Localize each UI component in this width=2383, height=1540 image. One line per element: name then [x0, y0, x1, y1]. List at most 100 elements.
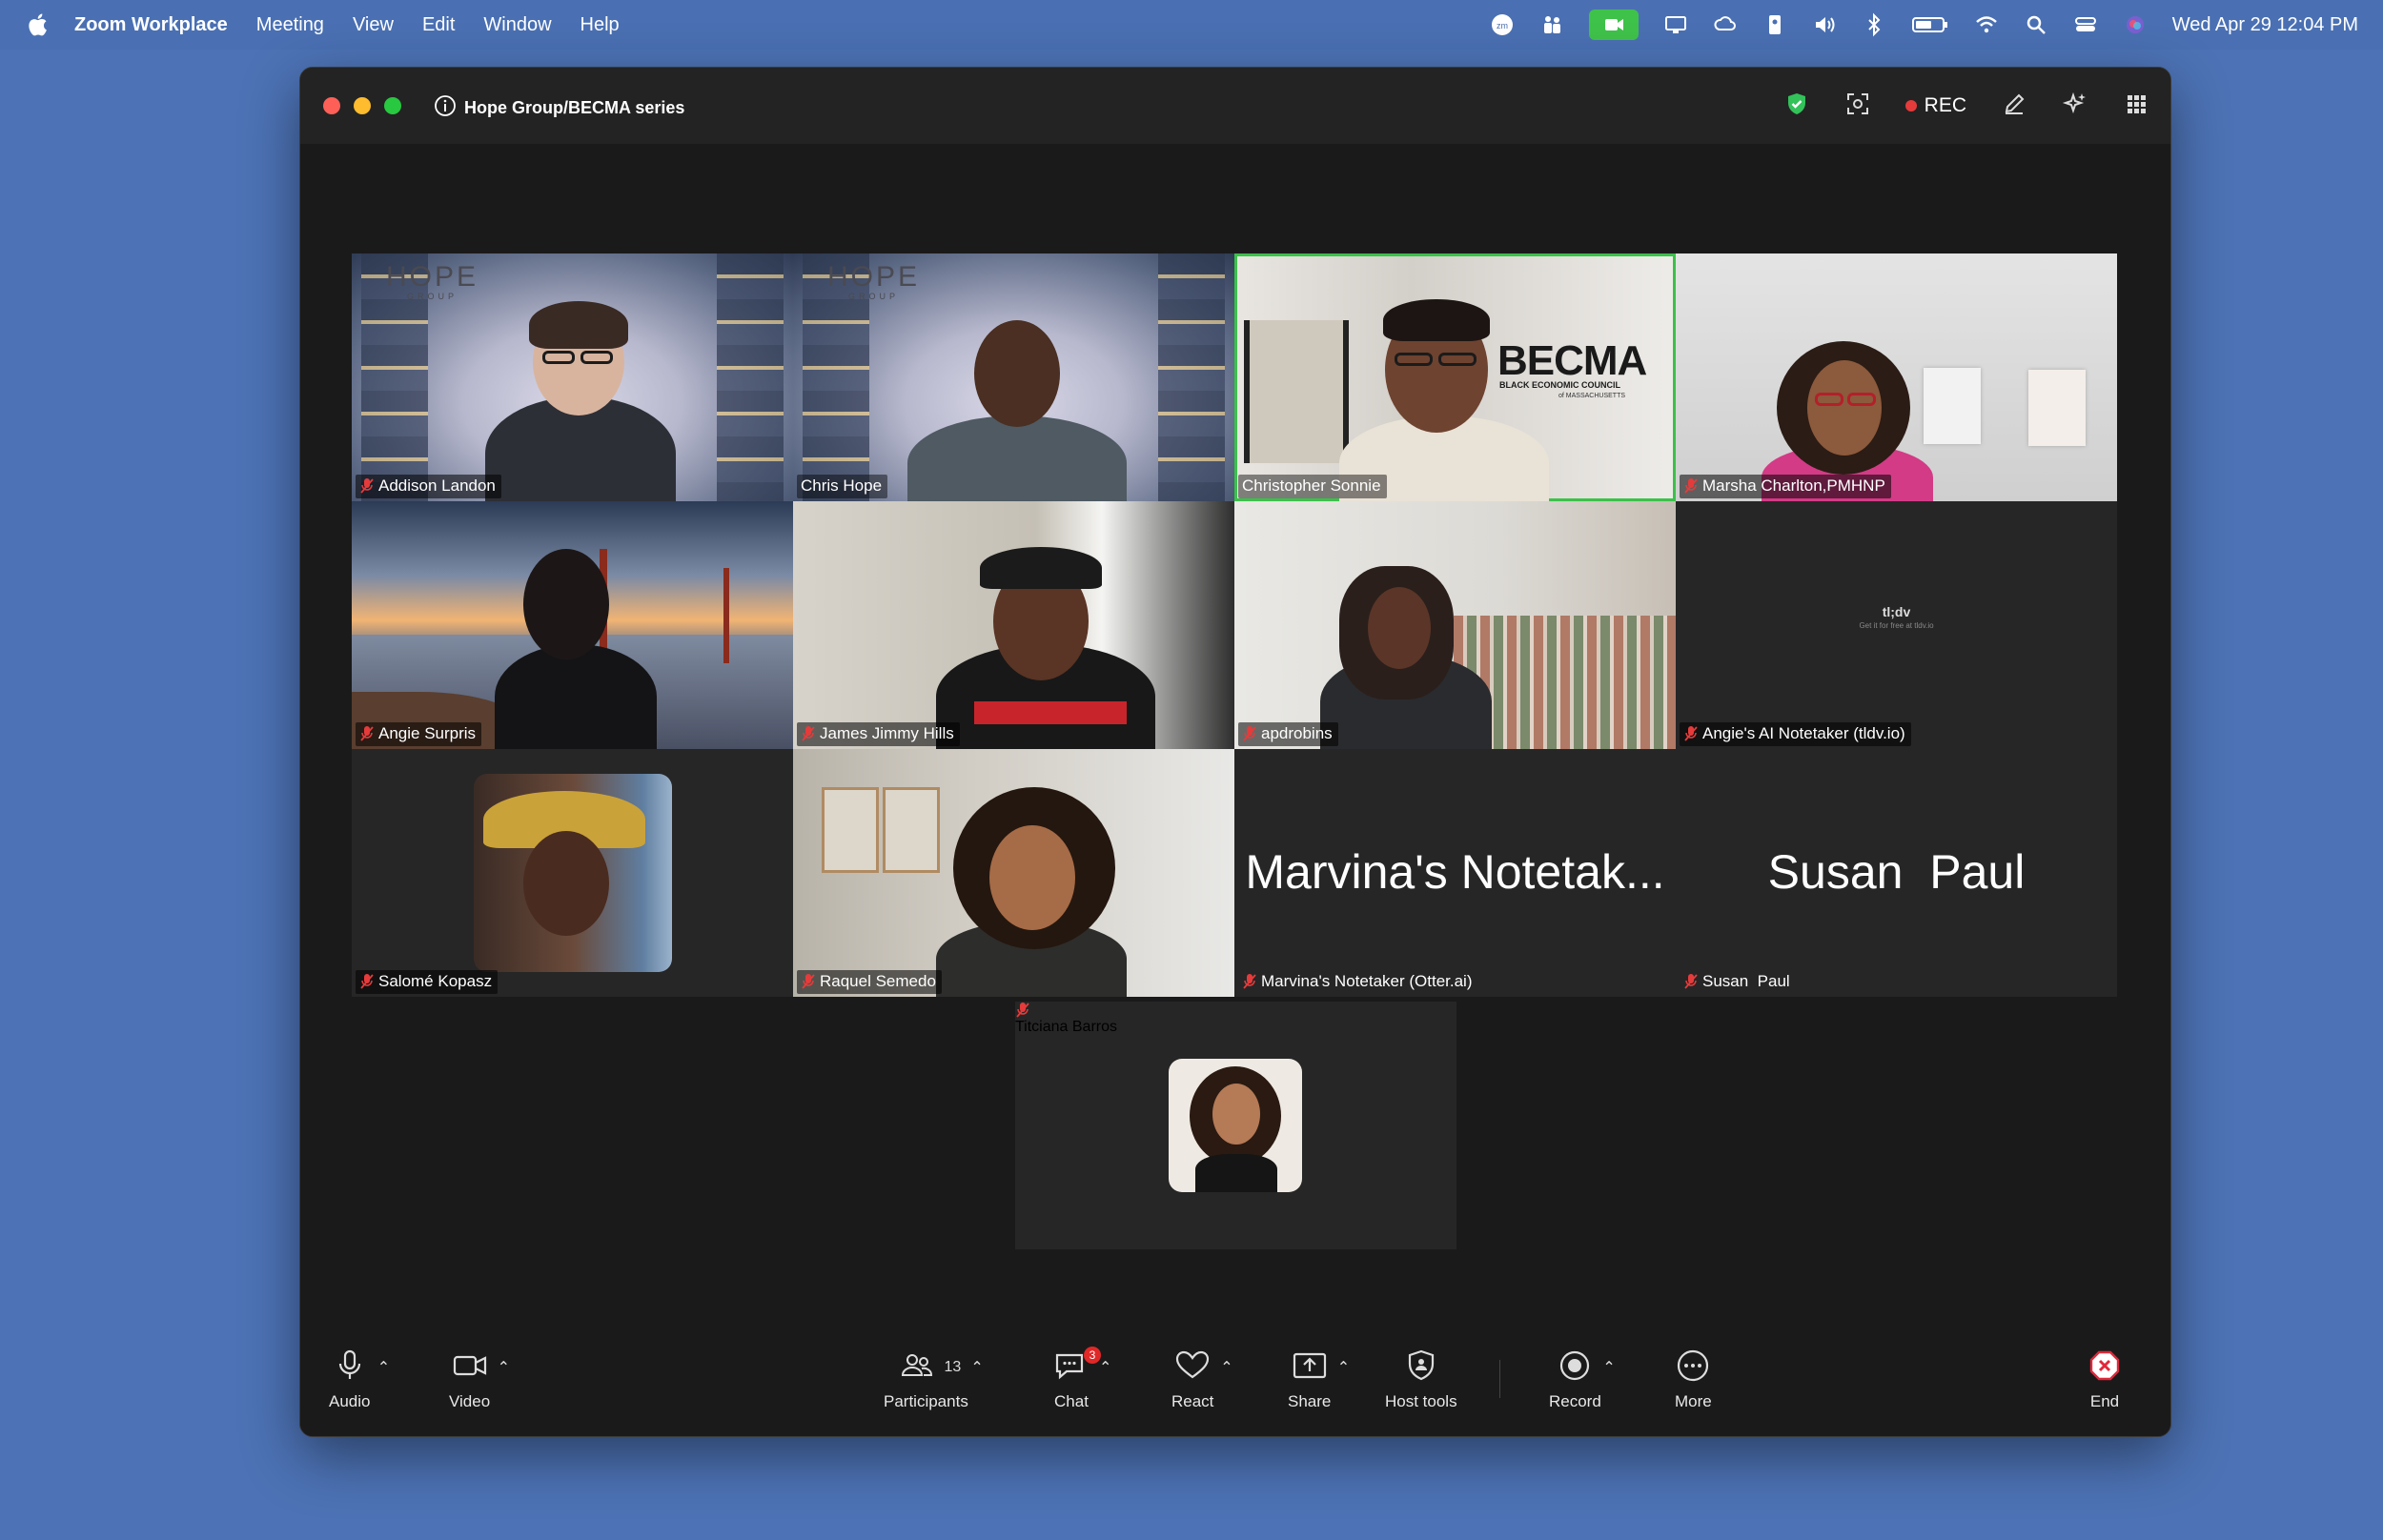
participant-nameplate: Addison Landon — [356, 475, 501, 498]
svg-text:zm: zm — [1497, 21, 1508, 30]
video-tile[interactable]: HOPE GROUP Chris Hope — [793, 253, 1234, 501]
camera-active-icon[interactable] — [1588, 10, 1639, 40]
participant-head — [523, 549, 609, 659]
mic-muted-icon — [801, 973, 816, 990]
participants-button[interactable]: 13 ⌃ Participants — [884, 1347, 997, 1411]
participant-name: Raquel Semedo — [820, 972, 936, 990]
video-tile[interactable]: Salomé Kopasz — [352, 749, 793, 997]
audio-button[interactable]: ⌃ Audio — [329, 1347, 391, 1411]
info-icon[interactable] — [434, 94, 457, 122]
video-tile[interactable]: Susan Paul Susan Paul — [1676, 749, 2117, 997]
video-tile[interactable]: Angie Surpris — [352, 501, 793, 749]
record-label: Record — [1549, 1392, 1601, 1410]
shirt-stripe — [974, 701, 1127, 724]
mic-muted-icon — [1683, 973, 1699, 990]
video-tile[interactable]: Titciana Barros — [1015, 1002, 1456, 1249]
participant-display-name: Susan Paul — [1767, 845, 2026, 899]
avatar-body — [1195, 1154, 1277, 1192]
participant-hair — [529, 301, 628, 349]
apple-icon[interactable] — [27, 12, 48, 37]
bridge-tower — [723, 568, 729, 663]
video-tile[interactable]: Marsha Charlton,PMHNP — [1676, 253, 2117, 501]
record-button[interactable]: ⌃ Record — [1549, 1347, 1622, 1411]
video-tile[interactable]: tl;dv Get it for free at tldv.io Angie's… — [1676, 501, 2117, 749]
chat-button[interactable]: 3 ⌃ Chat — [1053, 1347, 1111, 1411]
share-button[interactable]: ⌃ Share — [1288, 1347, 1352, 1411]
video-button[interactable]: ⌃ Video — [449, 1347, 511, 1411]
participant-head — [1368, 587, 1431, 669]
video-tile[interactable]: Raquel Semedo — [793, 749, 1234, 997]
search-icon[interactable] — [2024, 12, 2048, 37]
menu-meeting[interactable]: Meeting — [256, 14, 324, 36]
more-button[interactable]: More — [1675, 1347, 1712, 1411]
meeting-controls-toolbar: ⌃ Audio ⌃ Video 13 ⌃ Participants 3 ⌃ Ch… — [300, 1331, 2170, 1436]
close-window-button[interactable] — [323, 97, 340, 114]
becma-logo: BECMA — [1497, 337, 1647, 384]
wall-art — [1924, 368, 1981, 444]
react-options-chevron-icon[interactable]: ⌃ — [1220, 1358, 1232, 1377]
participants-label: Participants — [884, 1392, 968, 1410]
video-tile[interactable]: HOPE GROUP Addison Landon — [352, 253, 793, 501]
participants-options-chevron-icon[interactable]: ⌃ — [970, 1358, 983, 1377]
video-gallery: HOPE GROUP Addison Landon HOPE GROUP Chris… — [352, 253, 2117, 997]
menu-view[interactable]: View — [353, 14, 394, 36]
participant-nameplate: James Jimmy Hills — [797, 722, 960, 746]
security-shield-icon[interactable] — [1783, 91, 1810, 122]
recording-indicator[interactable]: REC — [1904, 94, 1966, 117]
host-tools-button[interactable]: Host tools — [1385, 1347, 1457, 1411]
chat-options-chevron-icon[interactable]: ⌃ — [1099, 1358, 1111, 1377]
menubar-clock[interactable]: Wed Apr 29 12:04 PM — [2172, 14, 2358, 36]
avatar-face — [1212, 1084, 1260, 1145]
bluetooth-icon[interactable] — [1862, 12, 1886, 37]
participant-nameplate: Chris Hope — [797, 475, 888, 498]
battery-icon[interactable] — [1911, 12, 1949, 37]
menu-edit[interactable]: Edit — [422, 14, 455, 36]
record-options-chevron-icon[interactable]: ⌃ — [1602, 1358, 1615, 1377]
cloud-sync-icon[interactable] — [1713, 12, 1738, 37]
siri-icon[interactable] — [2123, 12, 2148, 37]
video-options-chevron-icon[interactable]: ⌃ — [498, 1358, 510, 1377]
participant-glasses — [1438, 353, 1477, 366]
menu-window[interactable]: Window — [483, 14, 551, 36]
wifi-icon[interactable] — [1974, 12, 1999, 37]
participant-head — [974, 320, 1060, 427]
control-center-icon[interactable] — [2073, 12, 2098, 37]
display-icon[interactable] — [1663, 12, 1688, 37]
minimize-window-button[interactable] — [354, 97, 371, 114]
video-tile[interactable]: Marvina's Notetak... Marvina's Notetaker… — [1234, 749, 1676, 997]
menu-help[interactable]: Help — [580, 14, 620, 36]
avatar-face — [523, 831, 609, 936]
participant-nameplate: Angie's AI Notetaker (tldv.io) — [1680, 722, 1911, 746]
share-screen-icon — [1292, 1348, 1328, 1388]
view-focus-icon[interactable] — [1844, 91, 1871, 122]
badge-icon[interactable] — [1762, 12, 1787, 37]
participant-nameplate: Marsha Charlton,PMHNP — [1680, 475, 1891, 498]
zoom-status-icon[interactable]: zm — [1490, 12, 1515, 37]
participant-name: Angie's AI Notetaker (tldv.io) — [1702, 724, 1905, 742]
video-tile[interactable]: James Jimmy Hills — [793, 501, 1234, 749]
heart-icon — [1174, 1348, 1211, 1388]
participant-name: Addison Landon — [378, 476, 496, 495]
fullscreen-window-button[interactable] — [384, 97, 401, 114]
share-options-chevron-icon[interactable]: ⌃ — [1337, 1358, 1350, 1377]
audio-options-chevron-icon[interactable]: ⌃ — [377, 1358, 390, 1377]
video-tile[interactable]: apdrobins — [1234, 501, 1676, 749]
ai-companion-icon[interactable] — [2062, 91, 2088, 122]
apps-grid-icon[interactable] — [2123, 91, 2149, 122]
meeting-title[interactable]: Hope Group/BECMA series — [434, 94, 684, 122]
participant-head — [1807, 360, 1882, 456]
audio-label: Audio — [329, 1392, 371, 1410]
volume-icon[interactable] — [1812, 12, 1837, 37]
annotate-pencil-icon[interactable] — [2001, 91, 2027, 122]
more-label: More — [1675, 1392, 1712, 1410]
participant-name: Christopher Sonnie — [1242, 476, 1381, 495]
toolbar-divider — [1499, 1360, 1500, 1398]
mic-muted-icon — [1242, 725, 1257, 742]
wall-art — [2028, 370, 2086, 446]
react-button[interactable]: ⌃ React — [1171, 1347, 1234, 1411]
hope-group-logo: HOPE GROUP — [827, 261, 921, 301]
end-meeting-button[interactable]: End — [2087, 1347, 2123, 1411]
people-icon[interactable] — [1539, 12, 1564, 37]
app-menu-name[interactable]: Zoom Workplace — [74, 14, 228, 36]
video-tile-active-speaker[interactable]: BECMA BLACK ECONOMIC COUNCIL of MASSACHU… — [1234, 253, 1676, 501]
